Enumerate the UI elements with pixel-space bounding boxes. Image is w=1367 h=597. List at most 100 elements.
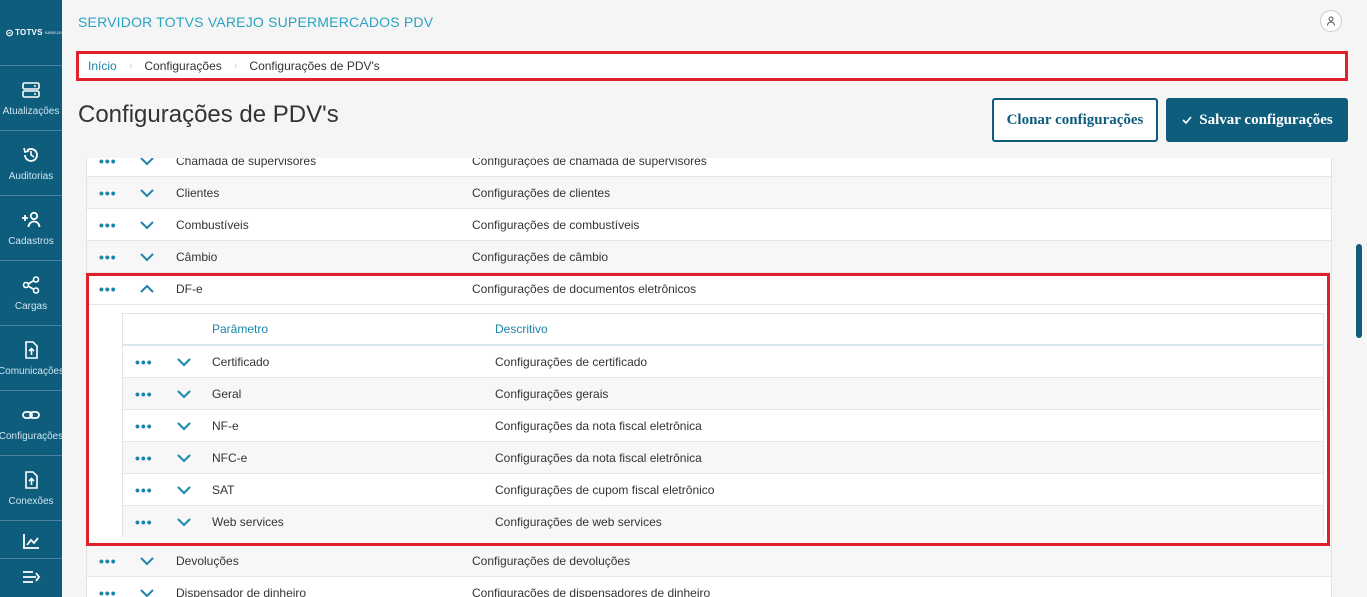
more-options-icon[interactable]: ••• (135, 442, 153, 473)
sidebar-item-label: Conexões (8, 495, 54, 507)
chevron-down-icon[interactable] (139, 545, 155, 576)
sidebar-collapse-button[interactable] (0, 557, 62, 597)
totvs-logo[interactable]: TOTVS VAREJO (0, 0, 62, 66)
chevron-down-icon[interactable] (139, 577, 155, 597)
chevron-down-icon[interactable] (139, 177, 155, 208)
table-row[interactable]: ••• Clientes Configurações de clientes (87, 177, 1331, 209)
subtable-row[interactable]: ••• NFC-e Configurações da nota fiscal e… (123, 442, 1323, 474)
sidebar-item-label: Auditorias (8, 170, 54, 182)
sidebar-item-label: Atualizações (2, 105, 60, 117)
user-icon (1327, 16, 1335, 26)
chevron-down-icon[interactable] (176, 410, 192, 441)
logo-mark-icon (6, 29, 13, 36)
row-name: NF-e (212, 418, 239, 433)
more-options-icon[interactable]: ••• (99, 158, 117, 176)
row-name: Combustíveis (176, 217, 249, 232)
more-options-icon[interactable]: ••• (135, 474, 153, 505)
user-avatar-button[interactable] (1320, 10, 1342, 32)
row-name: Dispensador de dinheiro (176, 585, 307, 597)
upload-file-icon (25, 340, 38, 359)
vertical-scrollbar-thumb[interactable] (1356, 244, 1362, 338)
table-row[interactable]: ••• Chamada de supervisores Configuraçõe… (87, 158, 1331, 177)
sidebar-item-relatorios[interactable] (0, 521, 62, 559)
logo-text: TOTVS (15, 28, 43, 37)
add-user-icon (22, 211, 41, 227)
share-icon (22, 275, 40, 294)
row-name: Câmbio (176, 249, 218, 264)
more-options-icon[interactable]: ••• (99, 209, 117, 240)
more-options-icon[interactable]: ••• (135, 410, 153, 441)
more-options-icon[interactable]: ••• (135, 378, 153, 409)
check-icon (1182, 116, 1192, 125)
chevron-down-icon[interactable] (176, 346, 192, 377)
subtable-row[interactable]: ••• Geral Configurações gerais (123, 378, 1323, 410)
sidebar-item-label: Cargas (14, 300, 48, 312)
breadcrumb-current: Configurações de PDV's (249, 59, 380, 73)
row-name: Chamada de supervisores (176, 158, 317, 168)
row-name: NFC-e (212, 450, 248, 465)
logo-subtext: VAREJO (44, 30, 62, 35)
sidebar-item-cargas[interactable]: Cargas (0, 261, 62, 326)
sidebar-item-comunicacoes[interactable]: Comunicações (0, 326, 62, 391)
sidebar-item-label: Comunicações (0, 365, 62, 377)
table-row[interactable]: ••• Dispensador de dinheiro Configuraçõe… (87, 577, 1331, 597)
server-icon (22, 81, 40, 98)
sidebar-item-atualizacoes[interactable]: Atualizações (0, 66, 62, 131)
more-options-icon[interactable]: ••• (99, 273, 117, 304)
chevron-down-icon[interactable] (176, 378, 192, 409)
subtable-row[interactable]: ••• SAT Configurações de cupom fiscal el… (123, 474, 1323, 506)
breadcrumb-configuracoes[interactable]: Configurações (144, 59, 221, 73)
table-row[interactable]: ••• Combustíveis Configurações de combus… (87, 209, 1331, 241)
row-name: Geral (212, 386, 242, 401)
row-description: Configurações da nota fiscal eletrônica (495, 450, 702, 465)
dfe-subtable: Parâmetro Descritivo ••• Certificado Con… (122, 313, 1324, 538)
more-options-icon[interactable]: ••• (135, 506, 153, 538)
column-header-parametro[interactable]: Parâmetro (212, 314, 268, 344)
sidebar-item-auditorias[interactable]: Auditorias (0, 131, 62, 196)
breadcrumb-inicio[interactable]: Início (88, 59, 117, 73)
column-header-descritivo[interactable]: Descritivo (495, 314, 548, 344)
more-options-icon[interactable]: ••• (99, 177, 117, 208)
row-description: Configurações da nota fiscal eletrônica (495, 418, 702, 433)
upload-file-icon (25, 470, 38, 489)
breadcrumb: Início › Configurações › Configurações d… (76, 51, 1348, 81)
row-name: DF-e (176, 281, 203, 296)
chevron-down-icon[interactable] (176, 506, 192, 538)
clone-configurations-button[interactable]: Clonar configurações (992, 98, 1158, 142)
subtable-row[interactable]: ••• Certificado Configurações de certifi… (123, 346, 1323, 378)
chevron-down-icon[interactable] (139, 209, 155, 240)
subtable-row[interactable]: ••• NF-e Configurações da nota fiscal el… (123, 410, 1323, 442)
chevron-right-icon: › (233, 60, 238, 72)
row-description: Configurações de dispensadores de dinhei… (472, 585, 711, 597)
table-row-expanded[interactable]: ••• DF-e Configurações de documentos ele… (87, 273, 1331, 305)
chevron-up-icon[interactable] (139, 273, 155, 304)
row-description: Configurações de cupom fiscal eletrônico (495, 482, 715, 497)
link-icon (22, 410, 40, 419)
more-options-icon[interactable]: ••• (99, 241, 117, 272)
table-row[interactable]: ••• Devoluções Configurações de devoluçõ… (87, 545, 1331, 577)
more-options-icon[interactable]: ••• (99, 545, 117, 576)
row-name: Web services (212, 515, 284, 529)
row-name: Clientes (176, 185, 220, 200)
chevron-right-icon: › (128, 60, 133, 72)
subtable-row[interactable]: ••• Web services Configurações de web se… (123, 506, 1323, 538)
row-description: Configurações de web services (495, 515, 662, 529)
sidebar-item-conexoes[interactable]: Conexões (0, 456, 62, 521)
subtable-header: Parâmetro Descritivo (123, 314, 1323, 346)
save-button-label: Salvar configurações (1199, 111, 1333, 128)
table-row[interactable]: ••• Câmbio Configurações de câmbio (87, 241, 1331, 273)
row-description: Configurações de clientes (472, 185, 611, 200)
sidebar-item-configuracoes[interactable]: Configurações (0, 391, 62, 456)
chevron-down-icon[interactable] (176, 474, 192, 505)
menu-collapse-icon (23, 571, 41, 583)
sidebar-item-cadastros[interactable]: Cadastros (0, 196, 62, 261)
more-options-icon[interactable]: ••• (99, 577, 117, 597)
chevron-down-icon[interactable] (139, 158, 155, 176)
chevron-down-icon[interactable] (176, 442, 192, 473)
sidebar-item-label: Cadastros (8, 235, 54, 247)
row-description: Configurações de chamada de supervisores (472, 158, 707, 168)
save-configurations-button[interactable]: Salvar configurações (1166, 98, 1348, 142)
chevron-down-icon[interactable] (139, 241, 155, 272)
more-options-icon[interactable]: ••• (135, 346, 153, 377)
row-description: Configurações de certificado (495, 354, 648, 369)
